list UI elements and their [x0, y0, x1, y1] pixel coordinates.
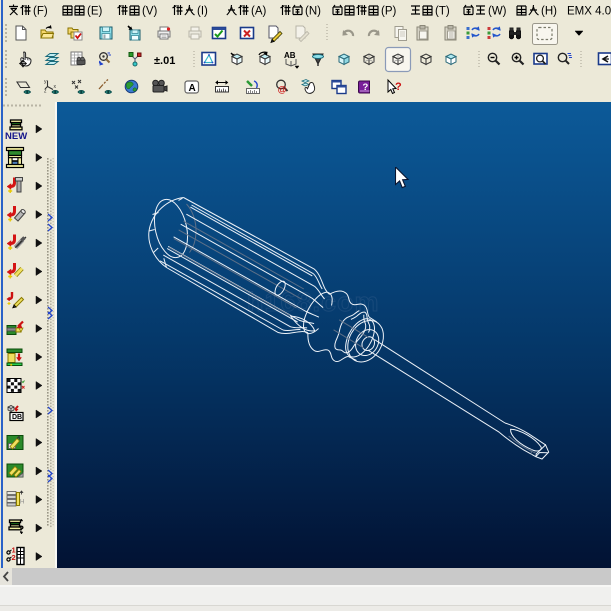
svg-text:H: H [20, 500, 24, 506]
svg-text:A: A [189, 83, 196, 94]
svg-text:±.01: ±.01 [154, 55, 175, 67]
svg-text:DB: DB [12, 414, 22, 421]
svg-text:2: 2 [12, 553, 16, 562]
svg-text:?: ? [18, 525, 24, 536]
svg-text:x: x [54, 84, 57, 90]
svg-text:NEW: NEW [5, 131, 27, 142]
svg-text:?: ? [395, 81, 402, 93]
svg-text:y: y [44, 79, 47, 85]
svg-text:@: @ [278, 85, 287, 95]
svg-text:AB: AB [284, 51, 296, 60]
svg-text:z: z [44, 89, 47, 95]
svg-text:?: ? [363, 82, 369, 93]
